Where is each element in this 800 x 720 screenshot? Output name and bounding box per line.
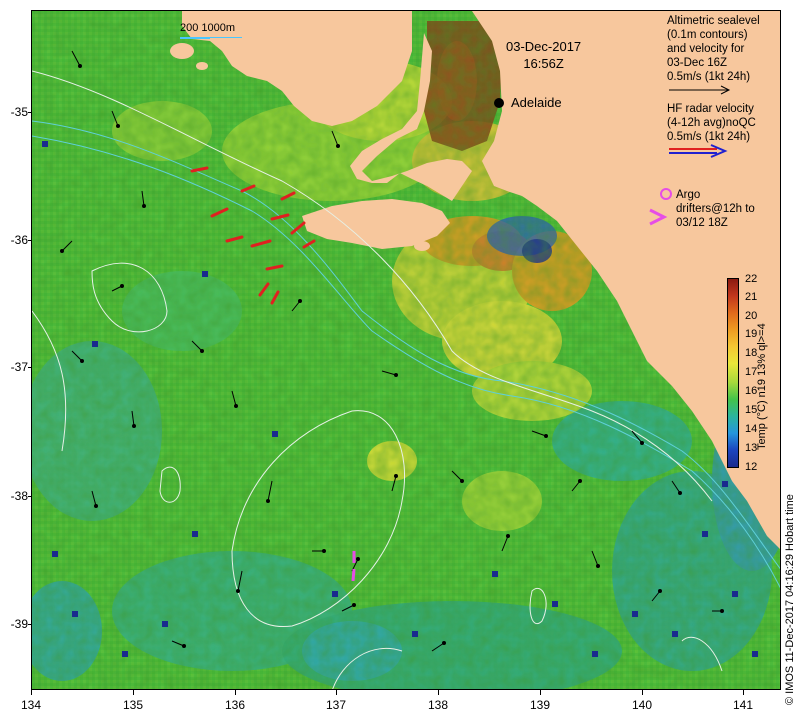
scale-line-1000 [210,37,242,38]
colorbar-tick: 20 [745,310,758,322]
city-marker-icon [494,98,504,108]
date-time-label: 03-Dec-2017 16:56Z [506,38,581,72]
lat-tick-36 [28,240,32,241]
date-label: 03-Dec-2017 [506,39,582,54]
lon-label-141: 141 [732,698,754,712]
lat-label-36: -36 [10,233,28,247]
lon-tick-136 [235,690,236,695]
lon-label-136: 136 [224,698,246,712]
altimetry-legend: Altimetric sealevel (0.1m contours) and … [667,14,781,100]
lat-tick-39 [28,624,32,625]
altimetry-legend-line: 03-Dec 16Z [667,57,728,69]
city-label: Adelaide [511,95,562,110]
hf-arrow-icon [669,144,728,158]
lat-label-39: -39 [10,617,28,631]
hf-legend-line: 0.5m/s (1kt 24h) [667,131,751,143]
colorbar-title: Temp (°C) n19 13% ql>=4 [756,323,768,450]
time-label: 16:56Z [523,56,564,71]
bathymetry-scale-label: 200 1000m [180,22,236,34]
argo-legend-line: drifters@12h to [676,203,755,215]
altimetry-arrow-icon [669,85,731,95]
lon-tick-138 [438,690,439,695]
argo-legend-line: 03/12 18Z [676,217,728,229]
lat-tick-37 [28,367,32,368]
argo-legend-line: Argo [676,189,701,201]
argo-legend: Argo drifters@12h to 03/12 18Z [676,188,776,230]
scale-line-200 [180,37,210,39]
altimetry-legend-line: and velocity for [667,43,745,55]
lon-label-138: 138 [427,698,449,712]
lon-label-135: 135 [122,698,144,712]
lon-label-134: 134 [20,698,42,712]
lon-tick-139 [540,690,541,695]
lon-tick-141 [743,690,744,695]
hf-radar-legend: HF radar velocity (4-12h avg)noQC 0.5m/s… [667,102,781,164]
lon-label-137: 137 [325,698,347,712]
colorbar-tick: 12 [745,461,758,473]
lon-label-139: 139 [529,698,551,712]
altimetry-legend-line: Altimetric sealevel [667,15,760,27]
lat-tick-38 [28,496,32,497]
temperature-colorbar [727,278,739,468]
lat-label-38: -38 [10,489,28,503]
altimetry-legend-line: 0.5m/s (1kt 24h) [667,71,751,83]
hf-legend-line: (4-12h avg)noQC [667,117,756,129]
lon-tick-135 [133,690,134,695]
argo-chevron-icon [649,208,668,226]
credit-text: © IMOS 11-Dec-2017 04:16:29 Hobart time [784,494,796,705]
lat-label-37: -37 [10,360,28,374]
hf-legend-line: HF radar velocity [667,103,754,115]
lat-tick-35 [28,112,32,113]
lon-tick-134 [31,690,32,695]
lon-tick-140 [642,690,643,695]
lon-label-140: 140 [631,698,653,712]
lon-tick-137 [336,690,337,695]
altimetry-legend-line: (0.1m contours) [667,29,748,41]
colorbar-tick: 22 [745,273,758,285]
colorbar-tick: 21 [745,291,758,303]
lat-label-35: -35 [10,105,28,119]
argo-circle-icon [660,188,672,200]
